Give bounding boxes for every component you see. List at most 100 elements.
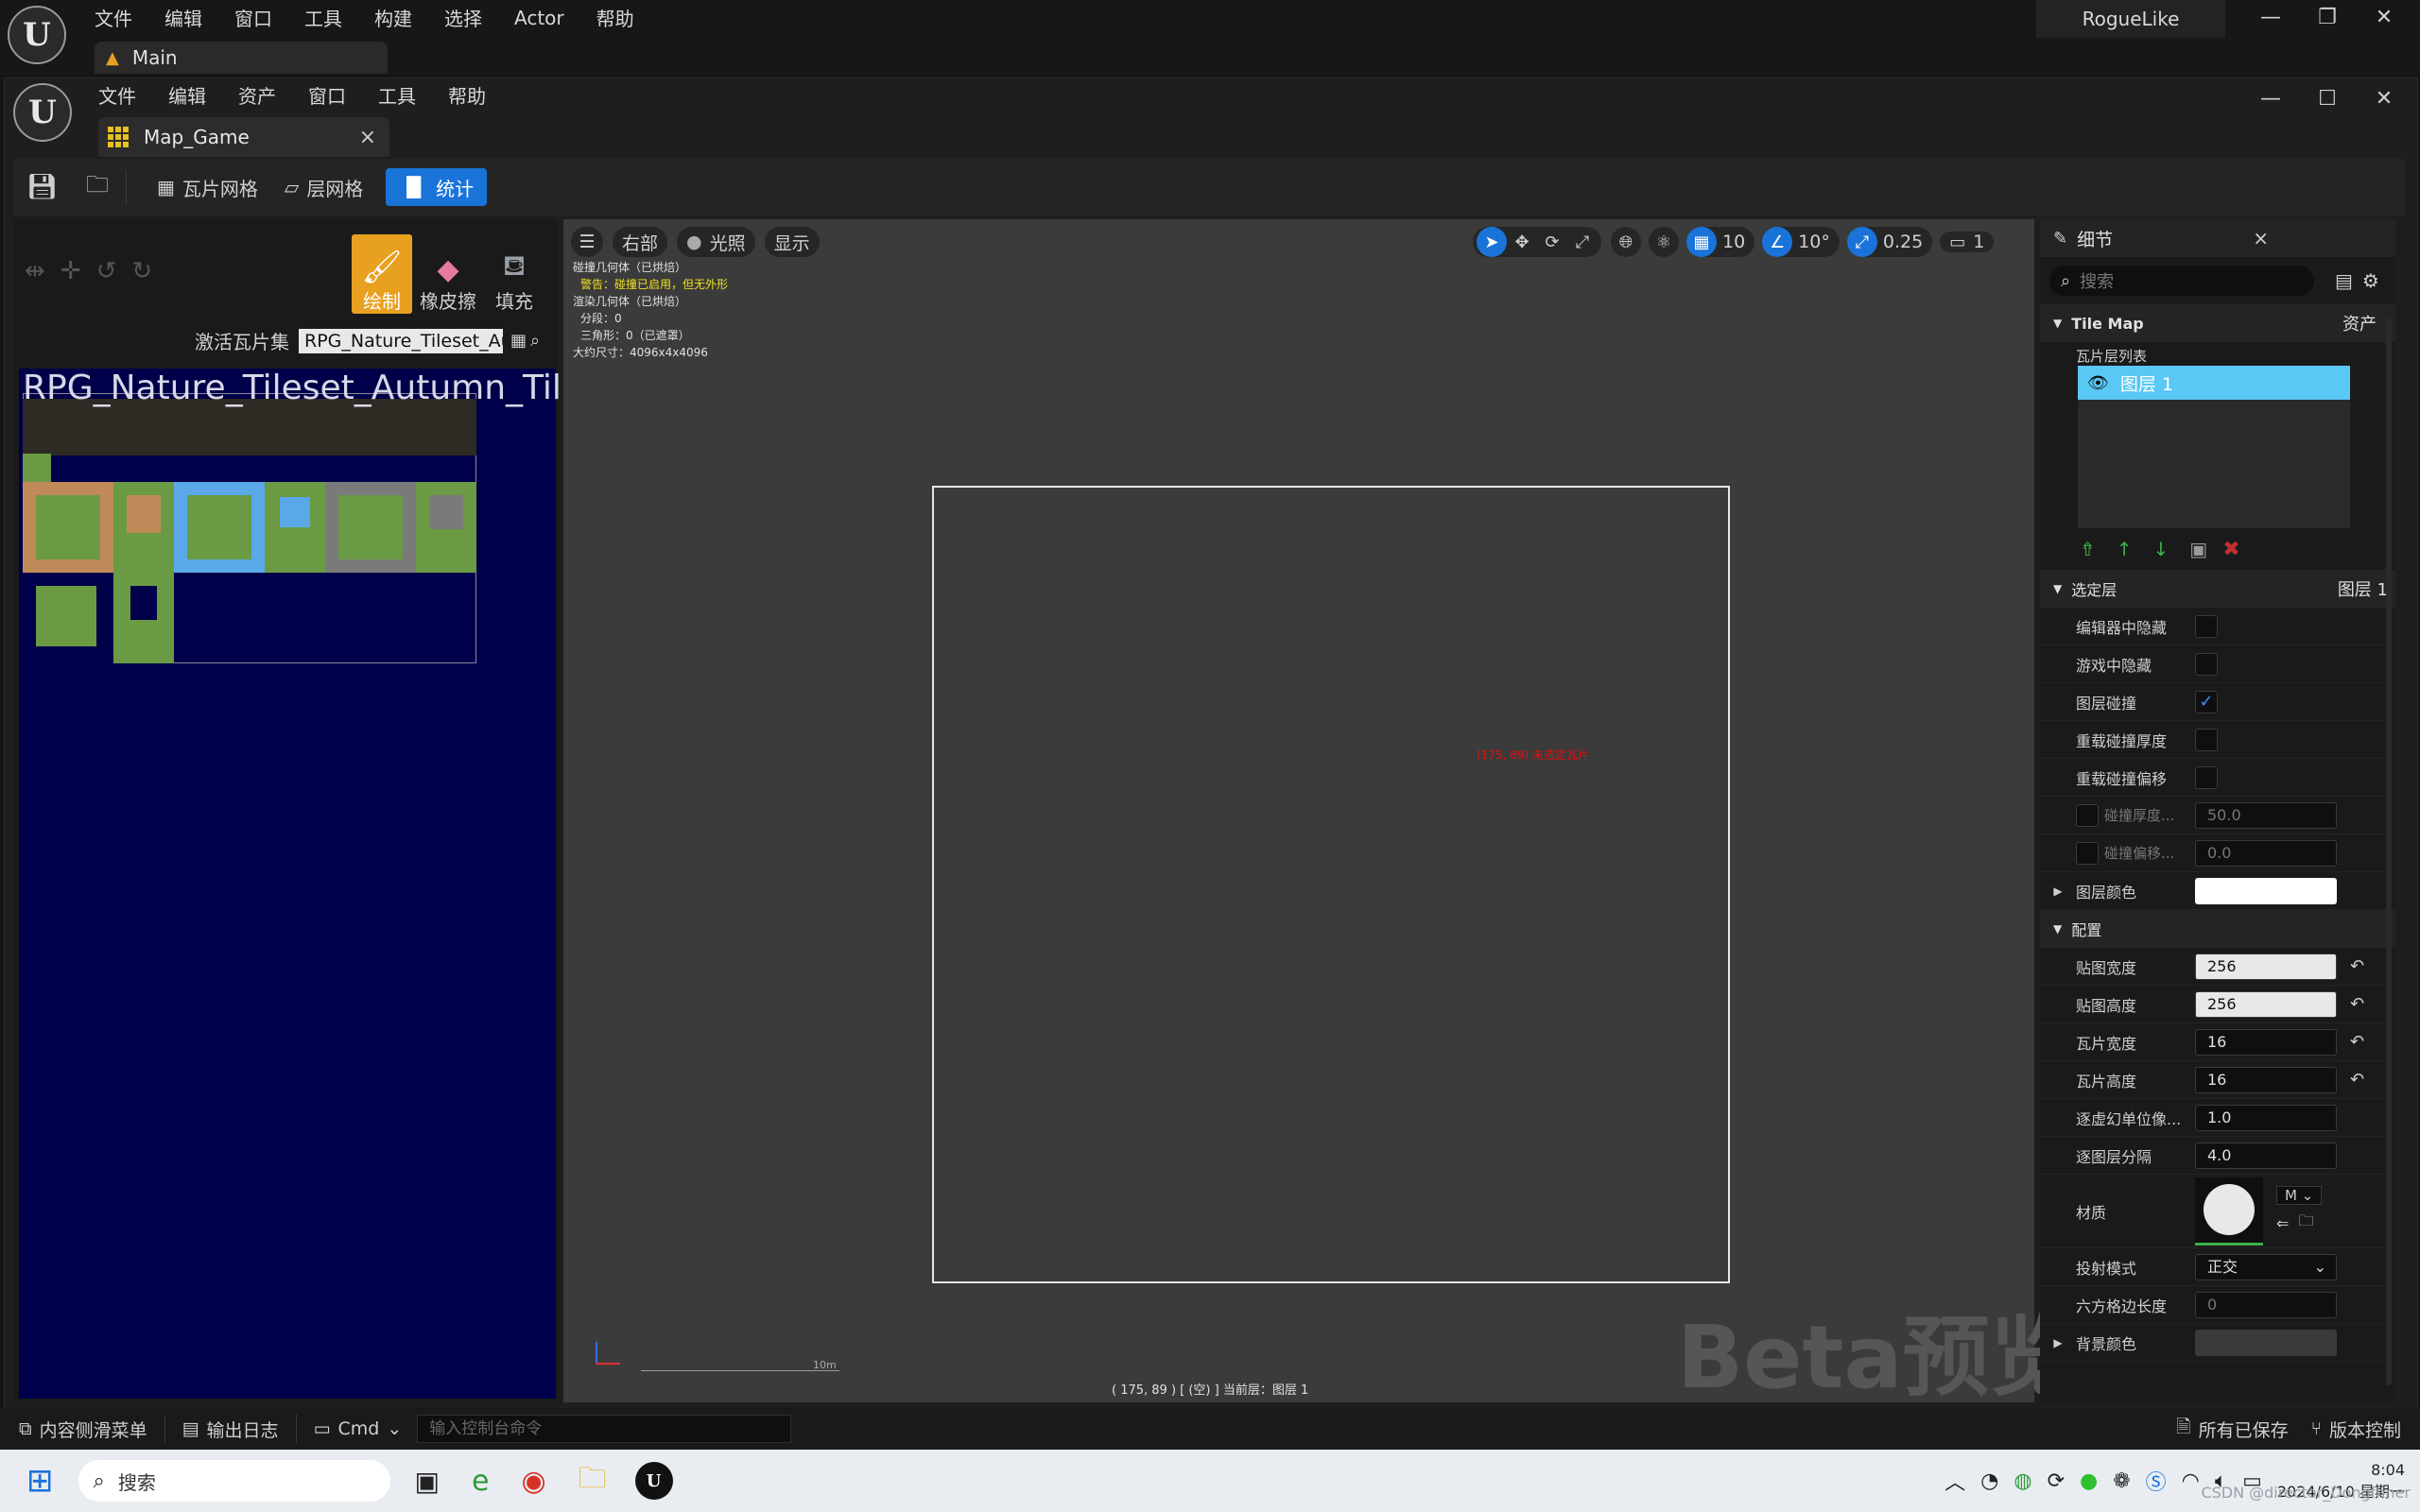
eraser-tool-button[interactable]: ◆ 橡皮擦 <box>418 234 478 314</box>
fill-tool-button[interactable]: ⛾ 填充 <box>484 234 544 314</box>
outer-menu-file[interactable]: 文件 <box>95 4 132 31</box>
paint-tool-button[interactable]: 🖌︎ 绘制 <box>352 234 412 314</box>
flip-vertical-icon[interactable]: ✛ <box>60 257 81 285</box>
input-method-icon[interactable]: Ⓢ <box>2146 1466 2167 1496</box>
use-selected-icon[interactable]: ⇐ <box>2276 1214 2289 1232</box>
active-tileset-field[interactable]: RPG_Nature_Tileset_Au <box>299 328 503 353</box>
restore-icon[interactable]: ❐ <box>2299 6 2356 29</box>
hex-side-length-field[interactable]: 0 <box>2195 1291 2337 1318</box>
reset-arrow-icon[interactable]: ↶ <box>2350 994 2364 1014</box>
qq-icon[interactable]: ◔ <box>1980 1469 1998 1493</box>
flip-horizontal-icon[interactable]: ⇹ <box>25 257 45 285</box>
viewport-options-button[interactable]: ☰ <box>571 227 603 257</box>
outer-menu-edit[interactable]: 编辑 <box>164 4 202 31</box>
tab-close-button[interactable]: × <box>359 126 376 149</box>
expand-arrow-icon[interactable]: ▶ <box>2040 1336 2076 1349</box>
override-thickness-checkbox[interactable] <box>2195 728 2218 751</box>
outer-menu-window[interactable]: 窗口 <box>234 4 272 31</box>
unreal-logo-icon[interactable]: U <box>8 6 66 64</box>
grid-snap-group[interactable]: ▦ 10 <box>1686 227 1755 257</box>
tile-grid-toggle[interactable]: ▦ 瓦片网格 <box>144 168 271 206</box>
background-color-swatch[interactable] <box>2195 1329 2337 1356</box>
inner-menu-file[interactable]: 文件 <box>98 81 136 109</box>
collision-offset-field[interactable]: 0.0 <box>2195 839 2337 867</box>
save-status[interactable]: 🗎 所有已保存 <box>2176 1414 2288 1444</box>
minimize-icon[interactable]: — <box>2242 87 2299 111</box>
cmd-selector[interactable]: ▭ Cmd ⌄ <box>314 1418 403 1439</box>
show-button[interactable]: 显示 <box>764 227 820 257</box>
source-control-button[interactable]: ⑂ 版本控制 <box>2311 1417 2401 1442</box>
details-tab[interactable]: ✎ 细节 × <box>2040 219 2395 257</box>
settings-gear-icon[interactable]: ⚙ <box>2362 269 2379 292</box>
tilemap-bounds[interactable] <box>932 486 1730 1283</box>
table-view-icon[interactable]: ▤ <box>2335 269 2353 292</box>
reset-arrow-icon[interactable]: ↶ <box>2350 956 2364 976</box>
rotate-cw-icon[interactable]: ↻ <box>131 257 152 285</box>
add-layer-icon[interactable]: ⇮ <box>2080 538 2096 560</box>
tileset-viewer[interactable]: RPG_Nature_Tileset_Autumn_TileS <box>19 369 562 1399</box>
details-search-input[interactable]: ⌕ 搜索 <box>2049 266 2314 296</box>
tile-height-field[interactable]: 16 <box>2195 1066 2337 1093</box>
reset-arrow-icon[interactable]: ↶ <box>2350 1070 2364 1090</box>
layer-list-item[interactable]: 👁︎ 图层 1 <box>2078 366 2350 400</box>
task-view-icon[interactable]: ▣ <box>415 1466 440 1497</box>
collision-offset-checkbox[interactable] <box>2076 841 2099 865</box>
taskbar-search[interactable]: ⌕ 搜索 <box>78 1460 390 1502</box>
move-up-icon[interactable]: ↑ <box>2117 538 2133 560</box>
override-offset-checkbox[interactable] <box>2195 765 2218 789</box>
sync-icon[interactable]: ⟳ <box>2048 1469 2065 1493</box>
layer-separation-field[interactable]: 4.0 <box>2195 1142 2337 1169</box>
expand-arrow-icon[interactable]: ▶ <box>2040 885 2076 898</box>
rotate-ccw-icon[interactable]: ↺ <box>96 257 117 285</box>
move-down-icon[interactable]: ↓ <box>2153 538 2169 560</box>
camera-speed-group[interactable]: ▭ 1 <box>1940 232 1995 252</box>
unreal-taskbar-icon[interactable]: U <box>634 1462 673 1500</box>
visibility-eye-icon[interactable]: 👁︎ <box>2087 373 2109 393</box>
tray-misc-icon[interactable]: ❁ <box>2113 1469 2130 1493</box>
scale-icon[interactable]: ⤢ <box>1567 227 1598 257</box>
select-cursor-icon[interactable]: ➤ <box>1477 227 1507 257</box>
maximize-icon[interactable]: ☐ <box>2299 87 2356 111</box>
projection-mode-select[interactable]: 正交 ⌄ <box>2195 1253 2337 1280</box>
map-height-field[interactable]: 256 <box>2195 990 2337 1018</box>
material-dropdown[interactable]: M ⌄ <box>2276 1186 2323 1205</box>
close-icon[interactable]: ✕ <box>2356 6 2412 29</box>
translate-icon[interactable]: ✥ <box>1507 227 1537 257</box>
close-icon[interactable]: ✕ <box>2356 87 2412 111</box>
edge-browser-icon[interactable]: e <box>472 1465 489 1498</box>
outer-tab-main[interactable]: ▲ Main <box>95 42 388 74</box>
tray-expand-icon[interactable]: ︿ <box>1945 1466 1965 1496</box>
collision-thickness-checkbox[interactable] <box>2076 803 2099 827</box>
unreal-logo-icon[interactable]: U <box>13 83 72 142</box>
outer-menu-select[interactable]: 选择 <box>444 4 482 31</box>
outer-menu-actor[interactable]: Actor <box>514 7 564 29</box>
world-space-icon[interactable]: 🌐︎ <box>1611 227 1641 257</box>
windows-start-icon[interactable]: ⊞ <box>26 1462 54 1500</box>
layer-grid-toggle[interactable]: ▱ 层网格 <box>271 168 376 206</box>
browse-asset-icon[interactable]: 🗀 <box>86 168 109 207</box>
tilemap-viewport[interactable]: ☰ 右部 ● 光照 显示 ➤ ✥ ⟳ ⤢ 🌐︎ ⚛ ▦ 10 ∠ 10° ⤢ 0… <box>563 219 2077 1408</box>
outer-menu-build[interactable]: 构建 <box>374 4 412 31</box>
browse-icon[interactable]: 🗀 <box>2298 1211 2313 1236</box>
inner-menu-asset[interactable]: 资产 <box>238 81 276 109</box>
tileset-grid-icon[interactable]: ▦ <box>510 331 527 351</box>
config-section-header[interactable]: ▼ 配置 <box>2040 910 2395 948</box>
wifi-icon[interactable]: ◠ <box>2182 1469 2200 1493</box>
tab-map-game[interactable]: Map_Game × <box>98 117 389 157</box>
selected-layer-section-header[interactable]: ▼ 选定层 图层 1 <box>2040 570 2395 608</box>
material-thumbnail[interactable] <box>2195 1177 2263 1246</box>
rotation-snap-group[interactable]: ∠ 10° <box>1762 227 1840 257</box>
tile-width-field[interactable]: 16 <box>2195 1028 2337 1056</box>
view-mode-button[interactable]: 右部 <box>613 227 668 257</box>
content-drawer-button[interactable]: ⧉ 内容侧滑菜单 <box>19 1417 147 1442</box>
details-scrollbar[interactable] <box>2386 318 2392 1385</box>
output-log-button[interactable]: ▤ 输出日志 <box>182 1417 279 1442</box>
outer-menu-help[interactable]: 帮助 <box>596 4 634 31</box>
inner-menu-window[interactable]: 窗口 <box>308 81 346 109</box>
outer-menu-tools[interactable]: 工具 <box>304 4 342 31</box>
delete-layer-icon[interactable]: ✖ <box>2222 538 2239 561</box>
reset-arrow-icon[interactable]: ↶ <box>2350 1032 2364 1052</box>
chrome-icon[interactable]: ◉ <box>521 1465 545 1498</box>
layer-collision-checkbox[interactable]: ✓ <box>2195 690 2218 713</box>
collision-thickness-field[interactable]: 50.0 <box>2195 801 2337 829</box>
